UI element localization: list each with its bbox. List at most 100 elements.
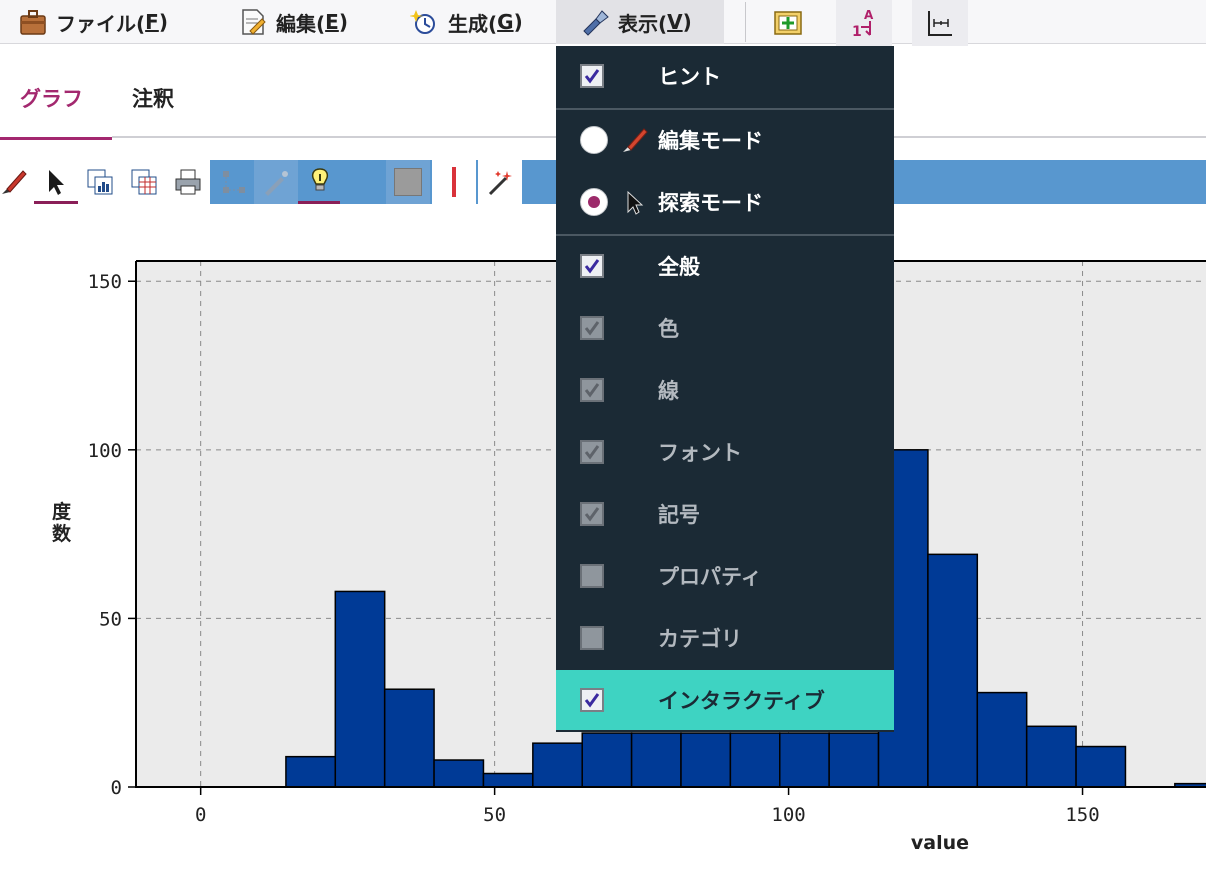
edit-menu-label: 編集( [276,11,326,36]
sort-ascending-icon: A 1 [852,8,874,39]
menu-item-label: 色 [658,317,679,341]
file-menu-label: ファイル( [56,11,146,36]
x-tick-label: 100 [771,804,805,826]
x-axis-title: value [911,832,969,854]
file-menu[interactable]: ファイル(F) [18,0,168,44]
print-tool[interactable] [166,160,210,204]
axis-settings-button[interactable] [912,0,968,46]
svg-text:1: 1 [852,24,862,39]
menu-item-edit-mode[interactable]: 編集モード [556,110,894,170]
menu-item-categories: カテゴリ [556,608,894,668]
menu-item-line: 線 [556,360,894,420]
menu-item-label: インタラクティブ [658,689,825,713]
menu-item-explore-mode[interactable]: 探索モード [556,172,894,232]
menu-item-label: フォント [658,441,742,465]
checkmark-icon [584,507,600,522]
edit-brush-tool[interactable] [0,160,36,204]
histogram-bar[interactable] [532,742,583,788]
explore-pointer-tool[interactable] [34,160,78,204]
histogram-bar[interactable] [680,732,732,788]
sort-axis-button[interactable]: A 1 [836,0,892,46]
hint-checkbox[interactable] [580,64,604,88]
checkmark-icon [584,693,600,708]
histogram-bar[interactable] [927,553,979,788]
magic-sparkle-icon [410,10,435,34]
histogram-bar[interactable] [729,732,781,788]
layout-tool[interactable] [212,160,256,204]
paintbrush-icon [2,170,27,194]
printer-icon [175,169,201,195]
histogram-bar[interactable] [482,772,534,788]
table-icon [131,169,157,195]
table-copy-tool[interactable] [122,160,166,204]
x-tick-label: 150 [1065,804,1099,826]
lightbulb-icon [311,167,329,190]
magic-wand-icon [488,171,512,196]
menu-item-properties: プロパティ [556,546,894,606]
menu-item-general[interactable]: 全般 [556,236,894,296]
flashlight-icon [583,10,609,36]
y-tick-label: 50 [99,608,122,630]
bar-chart-icon [87,169,113,195]
histogram-bar[interactable] [779,732,830,788]
line-color-tool[interactable] [432,160,476,204]
menu-item-interactive[interactable]: インタラクティブ [556,670,894,730]
tab-annotations[interactable]: 注釈 [132,58,174,138]
paintbrush-icon [623,128,648,152]
fill-swatch-icon [394,168,422,196]
color-checkbox [580,316,604,340]
pointer-icon [627,190,644,215]
histogram-bar[interactable] [285,755,337,788]
add-panel-button[interactable] [760,0,816,46]
toolbar-separator [745,2,746,42]
menu-item-symbol: 記号 [556,484,894,544]
histogram-bar[interactable] [1075,745,1127,788]
categories-checkbox [580,626,604,650]
menu-item-label: 全般 [658,255,700,279]
histogram-bar[interactable] [334,590,386,788]
menu-item-hint[interactable]: ヒント [556,46,894,106]
add-panel-icon [774,11,802,35]
view-menu-dropdown: ヒント 編集モード 探索モード 全般 色 線 フォント 記号 プロパティ カテゴ… [556,46,894,732]
line-checkbox [580,378,604,402]
svg-text:A: A [864,8,874,22]
menu-item-label: 記号 [658,503,700,527]
document-edit-icon [242,9,266,35]
hint-tool[interactable] [298,160,342,204]
menu-item-label: 探索モード [658,191,763,215]
histogram-bar[interactable] [383,688,435,788]
line-swatch-icon [452,167,456,197]
checkmark-icon [584,321,600,336]
interactive-checkbox[interactable] [580,688,604,712]
pointer-icon [49,169,64,195]
menu-item-font: フォント [556,422,894,482]
y-axis-title: 度数 [52,500,72,545]
histogram-bar[interactable] [581,732,633,788]
tab-graph[interactable]: グラフ [0,58,112,140]
histogram-bar[interactable] [976,691,1028,788]
font-checkbox [580,440,604,464]
chart-copy-tool[interactable] [78,160,122,204]
generate-menu-label: 生成( [448,11,498,36]
properties-checkbox [580,564,604,588]
histogram-bar[interactable] [433,759,485,788]
general-checkbox[interactable] [580,254,604,278]
edit-menu[interactable]: 編集(E) [238,0,348,44]
histogram-bar[interactable] [828,732,880,788]
explore-mode-radio[interactable] [580,188,608,216]
histogram-bar[interactable] [630,732,682,788]
briefcase-icon [20,10,46,35]
edit-mode-radio[interactable] [580,126,608,154]
checkmark-icon [584,383,600,398]
histogram-bar[interactable] [1025,725,1077,788]
symbol-checkbox [580,502,604,526]
auto-layout-tool[interactable] [254,160,298,204]
menu-item-label: カテゴリ [658,627,742,651]
axis-ruler-icon [928,11,952,36]
fill-color-tool[interactable] [386,160,430,204]
view-menu[interactable]: 表示(V) [556,0,724,44]
y-tick-label: 100 [88,440,122,462]
wand-tool[interactable] [478,160,522,204]
layout-grid-icon [223,171,245,193]
generate-menu[interactable]: 生成(G) [410,0,523,44]
